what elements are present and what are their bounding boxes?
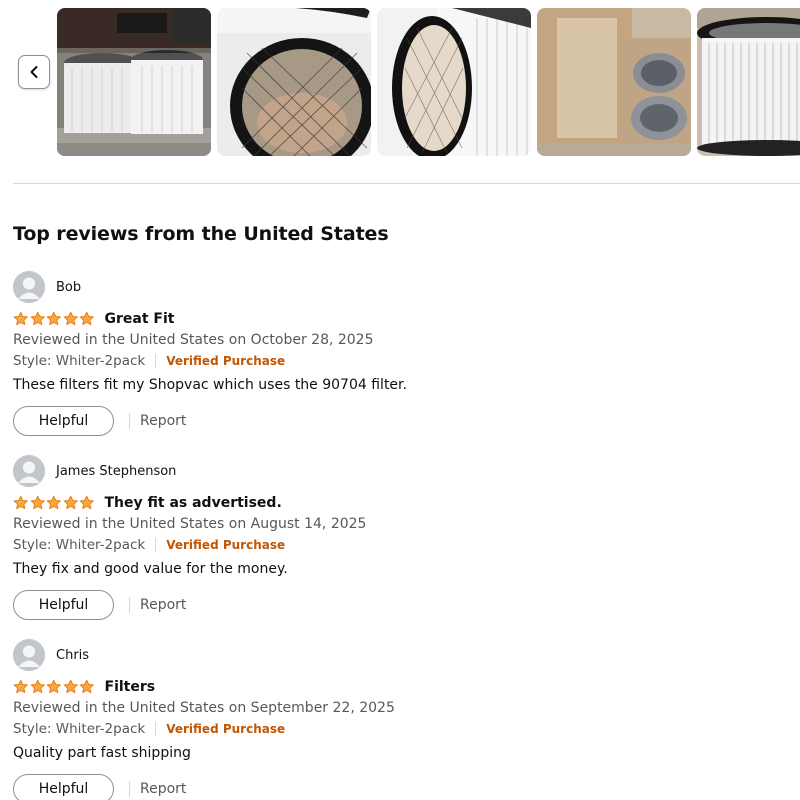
style-variant[interactable]: Style: Whiter-2pack: [13, 353, 145, 369]
product-photo-filter-angled: [377, 8, 531, 156]
reviewer-profile[interactable]: Chris: [13, 639, 793, 671]
reviewer-name: James Stephenson: [56, 463, 177, 479]
divider: [155, 722, 157, 736]
report-link[interactable]: Report: [140, 597, 186, 613]
review-card: Chris Filters Reviewed in the United Sta…: [13, 639, 793, 800]
style-variant[interactable]: Style: Whiter-2pack: [13, 721, 145, 737]
star-icon: [30, 679, 45, 694]
review-card: Bob Great Fit Reviewed in the United Sta…: [13, 271, 793, 436]
section-title: Top reviews from the United States: [13, 223, 389, 245]
star-rating[interactable]: [13, 495, 95, 511]
verified-purchase-badge: Verified Purchase: [166, 722, 286, 736]
review-date: Reviewed in the United States on August …: [13, 516, 367, 532]
star-icon: [63, 311, 78, 326]
user-avatar-icon: [13, 271, 45, 303]
reviewer-name: Chris: [56, 647, 90, 663]
divider: [155, 538, 157, 552]
review-card: James Stephenson They fit as advertised.…: [13, 455, 793, 620]
reviewer-profile[interactable]: Bob: [13, 271, 793, 303]
thumbnail-3[interactable]: [377, 8, 531, 156]
review-title[interactable]: They fit as advertised.: [105, 495, 282, 511]
star-icon: [30, 495, 45, 510]
divider: [155, 354, 157, 368]
verified-purchase-badge: Verified Purchase: [166, 538, 286, 552]
star-rating[interactable]: [13, 311, 95, 327]
star-icon: [13, 679, 28, 694]
thumbnail-1[interactable]: [57, 8, 211, 156]
reviewer-name: Bob: [56, 279, 82, 295]
avatar: [13, 455, 45, 487]
review-body: These filters fit my Shopvac which uses …: [13, 377, 407, 393]
product-photo-two-filters-in-bag: [57, 8, 211, 156]
thumbnail-4[interactable]: [537, 8, 691, 156]
user-avatar-icon: [13, 639, 45, 671]
star-icon: [46, 495, 61, 510]
divider: [129, 781, 130, 797]
star-icon: [63, 679, 78, 694]
helpful-button[interactable]: Helpful: [13, 774, 114, 800]
user-avatar-icon: [13, 455, 45, 487]
report-link[interactable]: Report: [140, 781, 186, 797]
carousel-prev-button[interactable]: [18, 55, 50, 89]
thumbnail-2[interactable]: [217, 8, 371, 156]
star-icon: [46, 311, 61, 326]
review-title[interactable]: Great Fit: [105, 311, 175, 327]
review-body: They fix and good value for the money.: [13, 561, 288, 577]
star-rating[interactable]: [13, 679, 95, 695]
thumbnail-5[interactable]: [697, 8, 800, 156]
star-icon: [63, 495, 78, 510]
report-link[interactable]: Report: [140, 413, 186, 429]
avatar: [13, 271, 45, 303]
image-carousel: [0, 0, 800, 165]
product-photo-filter-pleats: [697, 8, 800, 156]
star-icon: [79, 679, 94, 694]
helpful-button[interactable]: Helpful: [13, 590, 114, 620]
section-divider: [13, 183, 800, 184]
divider: [129, 413, 130, 429]
product-photo-filter-top-view: [217, 8, 371, 156]
verified-purchase-badge: Verified Purchase: [166, 354, 286, 368]
product-photo-filters-in-box: [537, 8, 691, 156]
star-icon: [13, 495, 28, 510]
review-body: Quality part fast shipping: [13, 745, 191, 761]
chevron-left-icon: [30, 66, 38, 78]
star-icon: [46, 679, 61, 694]
style-variant[interactable]: Style: Whiter-2pack: [13, 537, 145, 553]
review-date: Reviewed in the United States on Septemb…: [13, 700, 395, 716]
star-icon: [13, 311, 28, 326]
divider: [129, 597, 130, 613]
star-icon: [79, 311, 94, 326]
review-title[interactable]: Filters: [105, 679, 156, 695]
helpful-button[interactable]: Helpful: [13, 406, 114, 436]
review-date: Reviewed in the United States on October…: [13, 332, 374, 348]
avatar: [13, 639, 45, 671]
star-icon: [30, 311, 45, 326]
reviewer-profile[interactable]: James Stephenson: [13, 455, 793, 487]
star-icon: [79, 495, 94, 510]
